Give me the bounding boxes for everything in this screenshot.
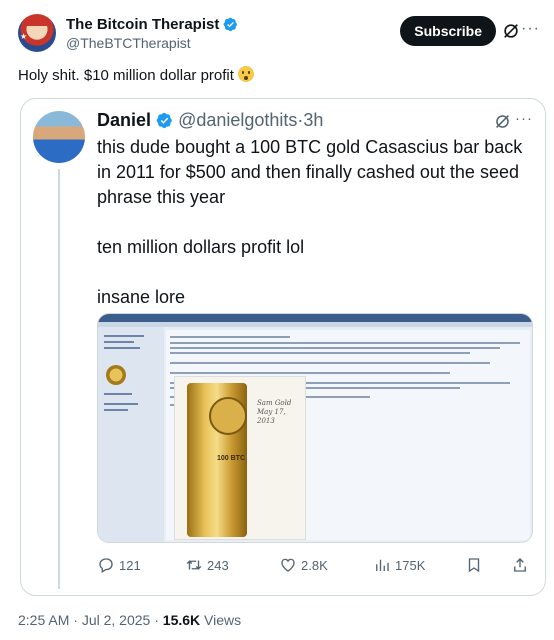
quoted-author-handle[interactable]: @danielgothits [178,110,297,130]
repost-count: 243 [207,557,229,573]
quoted-verified-badge-icon [156,112,172,128]
thread-line [58,169,60,589]
avatar-hat [24,16,50,26]
views-chart-icon [376,559,389,571]
author-handle[interactable]: @TheBTCTherapist [66,34,238,53]
like-count: 2.8K [301,557,328,573]
quoted-action-bar: 121 243 2.8K 175K [97,555,537,575]
forum-coin-icon [106,365,126,385]
verified-badge-icon [223,17,238,32]
quoted-author-avatar[interactable] [33,111,85,163]
quoted-grok-icon[interactable] [494,113,511,130]
reply-count: 121 [119,557,141,573]
bar-hologram [209,397,247,435]
author-name-block: The Bitcoin Therapist @TheBTCTherapist [66,15,238,53]
views-label: Views [204,612,242,628]
footer-separator-2: · [154,612,159,628]
bar-label: 100 BTC [216,455,245,462]
forum-sidebar [98,327,164,542]
reply-icon [99,558,113,573]
views-count: 175K [395,557,426,573]
tweet-header: ★ The Bitcoin Therapist @TheBTCTherapist… [18,14,540,54]
more-options-icon[interactable]: ··· [521,20,540,38]
repost-icon [186,560,202,570]
post-time[interactable]: 2:25 AM [18,612,69,628]
author-display-name[interactable]: The Bitcoin Therapist [66,15,238,34]
subscribe-button[interactable]: Subscribe [400,16,496,46]
avatar-star: ★ [20,32,28,41]
footer-separator: · [73,612,78,628]
forum-header-bar [98,314,532,322]
astonished-face-icon [238,66,255,82]
like-action[interactable]: 2.8K [279,555,328,575]
reply-action[interactable]: 121 [97,555,141,575]
gold-bar-icon: 100 BTC [187,383,247,537]
quoted-header: Daniel @danielgothits·3h [97,109,323,131]
author-avatar[interactable]: ★ [18,14,56,52]
grok-icon[interactable] [502,22,520,40]
bookmark-action[interactable] [465,555,483,575]
quoted-time[interactable]: 3h [303,110,323,130]
share-icon [514,558,526,572]
quoted-paragraph: ten million dollars profit lol [97,237,305,257]
quoted-paragraph: insane lore [97,287,186,307]
quoted-author-name[interactable]: Daniel [97,110,151,130]
photo-signature: Sam Gold May 17, 2013 [257,399,292,425]
gold-bar-photo: 100 BTC Sam Gold May 17, 2013 [174,376,306,540]
quoted-more-options-icon[interactable]: ··· [515,110,533,127]
tweet-footer: 2:25 AM · Jul 2, 2025 · 15.6K Views [18,612,241,628]
views-total: 15.6K [162,612,201,628]
tweet-text-content: Holy shit. $10 million dollar profit [18,67,234,84]
views-action[interactable]: 175K [373,555,425,575]
quoted-tweet-card[interactable]: Daniel @danielgothits·3h ··· this dude b… [20,98,546,596]
tweet-text: Holy shit. $10 million dollar profit [18,66,255,86]
quoted-text: this dude bought a 100 BTC gold Casasciu… [97,135,533,310]
share-action[interactable] [511,555,529,575]
repost-action[interactable]: 243 [185,555,229,575]
author-name-text[interactable]: The Bitcoin Therapist [66,15,219,34]
quoted-media-image[interactable]: 100 BTC Sam Gold May 17, 2013 [97,313,533,543]
quoted-paragraph: this dude bought a 100 BTC gold Casasciu… [97,137,523,207]
heart-icon [281,558,295,572]
bookmark-icon [468,558,480,573]
post-date[interactable]: Jul 2, 2025 [82,612,151,628]
